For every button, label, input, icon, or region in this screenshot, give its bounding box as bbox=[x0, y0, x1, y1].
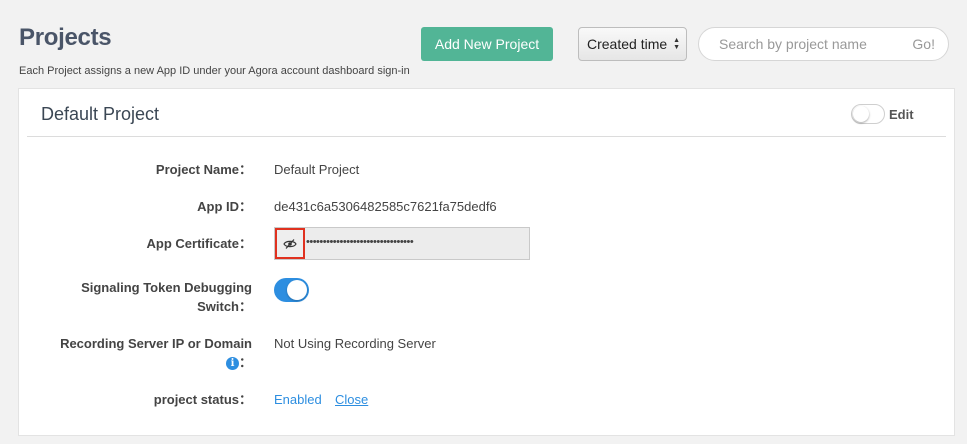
eye-slash-icon bbox=[283, 238, 297, 249]
card-divider bbox=[27, 136, 946, 137]
project-name-value: Default Project bbox=[274, 162, 360, 177]
project-title: Default Project bbox=[41, 104, 160, 124]
toggle-knob bbox=[287, 280, 307, 300]
signaling-label-line1: Signaling Token Debugging bbox=[81, 280, 252, 295]
sort-select[interactable]: Created time ▲ ▼ bbox=[578, 27, 687, 61]
select-arrows-icon: ▲ ▼ bbox=[673, 37, 680, 51]
project-status-value: Enabled bbox=[274, 392, 322, 407]
recording-label-line2: i： bbox=[60, 353, 252, 372]
app-certificate-field: •••••••••••••••••••••••••••••••• bbox=[274, 227, 530, 260]
search-go-button[interactable]: Go! bbox=[912, 36, 935, 52]
sort-select-value: Created time bbox=[587, 36, 667, 52]
app-certificate-label: App Certificate： bbox=[146, 236, 252, 251]
recording-colon: ： bbox=[238, 355, 252, 370]
search-box: Go! bbox=[698, 27, 949, 61]
signaling-label-line2: Switch： bbox=[197, 299, 252, 314]
app-id-value: de431c6a5306482585c7621fa75dedf6 bbox=[274, 199, 497, 214]
signaling-label: Signaling Token Debugging Switch： bbox=[81, 278, 252, 316]
app-id-label: App ID： bbox=[197, 199, 252, 214]
recording-value: Not Using Recording Server bbox=[274, 336, 436, 351]
add-new-project-button[interactable]: Add New Project bbox=[421, 27, 553, 61]
info-icon[interactable]: i bbox=[225, 357, 239, 371]
project-name-label: Project Name： bbox=[155, 162, 252, 177]
project-status-label: project status： bbox=[153, 392, 252, 407]
edit-label[interactable]: Edit bbox=[889, 107, 914, 122]
signaling-toggle[interactable] bbox=[274, 278, 309, 302]
page-title: Projects bbox=[19, 24, 112, 51]
page-subtitle: Each Project assigns a new App ID under … bbox=[19, 65, 410, 77]
recording-label-line1: Recording Server IP or Domain bbox=[60, 336, 252, 351]
edit-toggle[interactable] bbox=[851, 104, 885, 124]
close-project-link[interactable]: Close bbox=[335, 392, 368, 407]
toggle-knob bbox=[853, 106, 869, 122]
recording-label: Recording Server IP or Domain i： bbox=[60, 334, 252, 372]
show-certificate-button[interactable] bbox=[275, 228, 305, 259]
certificate-masked-value: •••••••••••••••••••••••••••••••• bbox=[306, 236, 414, 248]
search-input[interactable] bbox=[717, 35, 901, 53]
project-card: Default Project Edit Project Name： Defau… bbox=[18, 88, 955, 436]
